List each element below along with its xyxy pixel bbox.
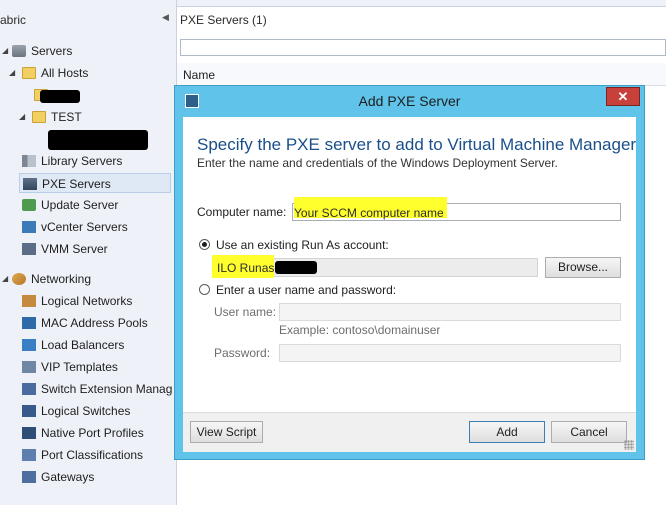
resize-grip-icon[interactable]	[624, 440, 634, 450]
password-label: Password:	[214, 346, 271, 360]
expand-triangle-icon[interactable]: ◢	[19, 112, 25, 121]
column-header-name[interactable]: Name	[183, 68, 215, 82]
computer-name-label: Computer name:	[197, 205, 287, 219]
dialog-body: Specify the PXE server to add to Virtual…	[183, 117, 636, 412]
nav-item-servers[interactable]: Servers	[12, 41, 72, 61]
nav-item-networking[interactable]: Networking	[12, 269, 91, 289]
nav-item-vip-templates[interactable]: VIP Templates	[22, 357, 118, 377]
cancel-button[interactable]: Cancel	[551, 421, 627, 443]
vcenter-icon	[22, 221, 36, 233]
password-field[interactable]	[279, 344, 621, 362]
gateway-icon	[22, 471, 36, 483]
add-button[interactable]: Add	[469, 421, 545, 443]
update-server-icon	[22, 199, 36, 211]
logical-switch-icon	[22, 405, 36, 417]
nav-item-native-port-profiles[interactable]: Native Port Profiles	[22, 423, 144, 443]
nav-item-vcenter-servers[interactable]: vCenter Servers	[22, 217, 128, 237]
vmm-server-icon	[22, 243, 36, 255]
port-classification-icon	[22, 449, 36, 461]
nav-item-gateways[interactable]: Gateways	[22, 467, 94, 487]
nav-item-switch-extension[interactable]: Switch Extension Manag	[22, 379, 172, 399]
redaction-mark	[40, 90, 80, 103]
nav-item-logical-networks[interactable]: Logical Networks	[22, 291, 132, 311]
expand-triangle-icon[interactable]: ◢	[9, 68, 15, 77]
view-script-button[interactable]: View Script	[190, 421, 263, 443]
top-bar	[177, 0, 666, 7]
navigation-pane: abric ◀ ◢ Servers ◢ All Hosts ◢ TEST Lib…	[0, 0, 177, 505]
mac-pool-icon	[22, 317, 36, 329]
expand-triangle-icon[interactable]: ◢	[2, 46, 8, 55]
username-example: Example: contoso\domainuser	[279, 323, 441, 337]
dialog-subheading: Enter the name and credentials of the Wi…	[197, 156, 558, 170]
pxe-server-icon	[23, 178, 37, 190]
add-pxe-server-dialog: Add PXE Server ✕ Specify the PXE server …	[174, 85, 645, 460]
dialog-title: Add PXE Server	[358, 93, 461, 109]
folder-icon	[22, 67, 36, 79]
library-server-icon	[22, 155, 36, 167]
redaction-mark	[48, 130, 148, 150]
nav-item-update-server[interactable]: Update Server	[22, 195, 118, 215]
collapse-arrow-icon[interactable]: ◀	[162, 12, 169, 23]
nav-item-vmm-server[interactable]: VMM Server	[22, 239, 108, 259]
dialog-heading: Specify the PXE server to add to Virtual…	[197, 135, 637, 154]
runas-option-label[interactable]: Use an existing Run As account:	[216, 238, 389, 252]
nav-item-mac-address-pools[interactable]: MAC Address Pools	[22, 313, 148, 333]
userpass-option-label[interactable]: Enter a user name and password:	[216, 283, 396, 297]
nav-title: abric	[0, 13, 27, 27]
runas-radio[interactable]	[199, 239, 210, 250]
nav-item-all-hosts[interactable]: All Hosts	[22, 63, 88, 83]
computer-name-value: Your SCCM computer name	[294, 206, 444, 220]
runas-account-value: ILO Runas	[217, 261, 275, 275]
redaction-mark	[275, 261, 317, 274]
close-button[interactable]: ✕	[606, 87, 640, 106]
folder-icon	[32, 111, 46, 123]
vip-template-icon	[22, 361, 36, 373]
nav-item-pxe-servers[interactable]: PXE Servers	[19, 173, 171, 193]
port-profile-icon	[22, 427, 36, 439]
load-balancer-icon	[22, 339, 36, 351]
nav-item-port-classifications[interactable]: Port Classifications	[22, 445, 143, 465]
column-header[interactable]: Name	[177, 63, 666, 86]
username-label: User name:	[214, 305, 277, 319]
nav-header: abric ◀	[0, 0, 176, 34]
logical-network-icon	[22, 295, 36, 307]
search-input[interactable]	[180, 39, 666, 56]
dialog-footer: View Script Add Cancel	[183, 412, 636, 452]
switch-extension-icon	[22, 383, 36, 395]
expand-triangle-icon[interactable]: ◢	[2, 274, 8, 283]
username-field[interactable]	[279, 303, 621, 321]
nav-item-load-balancers[interactable]: Load Balancers	[22, 335, 124, 355]
browse-button[interactable]: Browse...	[545, 257, 621, 278]
nav-item-test[interactable]: TEST	[32, 107, 82, 127]
page-title: PXE Servers (1)	[180, 13, 267, 27]
userpass-radio[interactable]	[199, 284, 210, 295]
networking-icon	[12, 273, 26, 285]
nav-item-library-servers[interactable]: Library Servers	[22, 151, 122, 171]
nav-item-logical-switches[interactable]: Logical Switches	[22, 401, 130, 421]
servers-icon	[12, 45, 26, 57]
